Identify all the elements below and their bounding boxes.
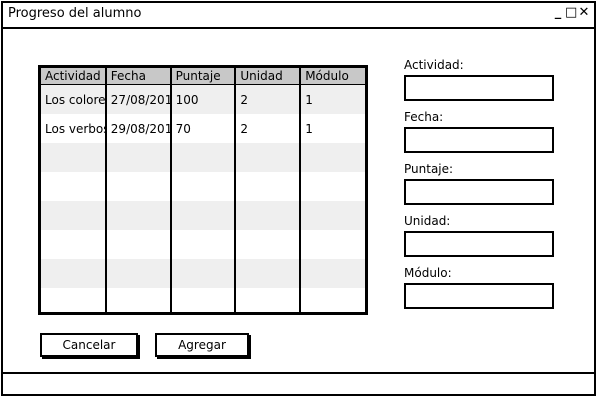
cancel-button[interactable]: Cancelar [40, 333, 138, 357]
table-cell-score: 70 [170, 114, 237, 143]
activity-field-group: Actividad: [404, 58, 559, 110]
add-button[interactable]: Agregar [155, 333, 249, 357]
window-title: Progreso del alumno [8, 6, 142, 21]
table-cell-score [170, 143, 237, 172]
table-cell-activity [41, 143, 107, 172]
score-label: Puntaje: [404, 162, 454, 176]
table-cell-date [105, 230, 172, 259]
table-row[interactable] [41, 230, 365, 259]
table-cell-score [170, 201, 237, 230]
table-row[interactable] [41, 143, 365, 172]
table-cell-score [170, 259, 237, 288]
date-input[interactable] [404, 127, 554, 153]
table-cell-activity [41, 288, 107, 312]
table-cell-date: 27/08/2018 [105, 84, 172, 114]
maximize-icon[interactable]: □ [565, 5, 577, 20]
table-row[interactable] [41, 288, 365, 312]
status-bar [3, 372, 594, 394]
activity-input[interactable] [404, 75, 554, 101]
module-input[interactable] [404, 283, 554, 309]
window-controls: _ □ ✕ [552, 5, 590, 20]
column-header-module[interactable]: Módulo [300, 68, 365, 85]
table-cell-activity [41, 172, 107, 201]
column-header-unit[interactable]: Unidad [235, 68, 302, 85]
close-icon[interactable]: ✕ [578, 5, 590, 20]
table-cell-score: 100 [170, 84, 237, 114]
activity-form: Actividad: Fecha: Puntaje: Unidad: Módul… [404, 58, 559, 318]
table-cell-activity [41, 259, 107, 288]
table-cell-date [105, 259, 172, 288]
table-cell-unit [235, 259, 302, 288]
table-row[interactable] [41, 201, 365, 230]
table-cell-date: 29/08/2018 [105, 114, 172, 143]
table-cell-score [170, 172, 237, 201]
table-cell-unit [235, 288, 302, 312]
table-cell-activity: Los verbos [41, 114, 107, 143]
table-cell-module [300, 143, 365, 172]
progress-table-grid: Actividad Fecha Puntaje Unidad Módulo Lo… [41, 68, 365, 312]
table-cell-unit [235, 143, 302, 172]
column-header-score[interactable]: Puntaje [170, 68, 237, 85]
unit-input[interactable] [404, 231, 554, 257]
table-cell-activity: Los colores [41, 84, 107, 114]
module-label: Módulo: [404, 266, 452, 280]
activity-label: Actividad: [404, 58, 464, 72]
table-cell-date [105, 288, 172, 312]
unit-label: Unidad: [404, 214, 451, 228]
table-cell-date [105, 172, 172, 201]
table-row[interactable]: Los colores27/08/201810021 [41, 84, 365, 114]
table-cell-module [300, 288, 365, 312]
table-header-row: Actividad Fecha Puntaje Unidad Módulo [41, 68, 365, 85]
app-window: Progreso del alumno _ □ ✕ Actividad Fech… [1, 1, 596, 396]
table-cell-activity [41, 230, 107, 259]
table-cell-unit [235, 230, 302, 259]
table-cell-activity [41, 201, 107, 230]
table-cell-module [300, 172, 365, 201]
progress-table: Actividad Fecha Puntaje Unidad Módulo Lo… [38, 65, 368, 315]
table-row[interactable] [41, 259, 365, 288]
table-cell-unit [235, 172, 302, 201]
table-body: Los colores27/08/201810021Los verbos29/0… [41, 84, 365, 312]
table-cell-module [300, 201, 365, 230]
date-field-group: Fecha: [404, 110, 559, 162]
title-bar: Progreso del alumno _ □ ✕ [3, 3, 594, 29]
column-header-date[interactable]: Fecha [105, 68, 172, 85]
module-field-group: Módulo: [404, 266, 559, 318]
table-row[interactable]: Los verbos29/08/20187021 [41, 114, 365, 143]
table-cell-unit: 2 [235, 84, 302, 114]
score-input[interactable] [404, 179, 554, 205]
table-cell-module [300, 230, 365, 259]
date-label: Fecha: [404, 110, 444, 124]
table-cell-unit: 2 [235, 114, 302, 143]
table-cell-score [170, 230, 237, 259]
column-header-activity[interactable]: Actividad [41, 68, 107, 85]
table-cell-date [105, 143, 172, 172]
table-cell-score [170, 288, 237, 312]
table-cell-date [105, 201, 172, 230]
score-field-group: Puntaje: [404, 162, 559, 214]
table-cell-module: 1 [300, 114, 365, 143]
table-cell-module: 1 [300, 84, 365, 114]
unit-field-group: Unidad: [404, 214, 559, 266]
minimize-icon[interactable]: _ [552, 5, 564, 20]
table-row[interactable] [41, 172, 365, 201]
table-cell-unit [235, 201, 302, 230]
table-cell-module [300, 259, 365, 288]
